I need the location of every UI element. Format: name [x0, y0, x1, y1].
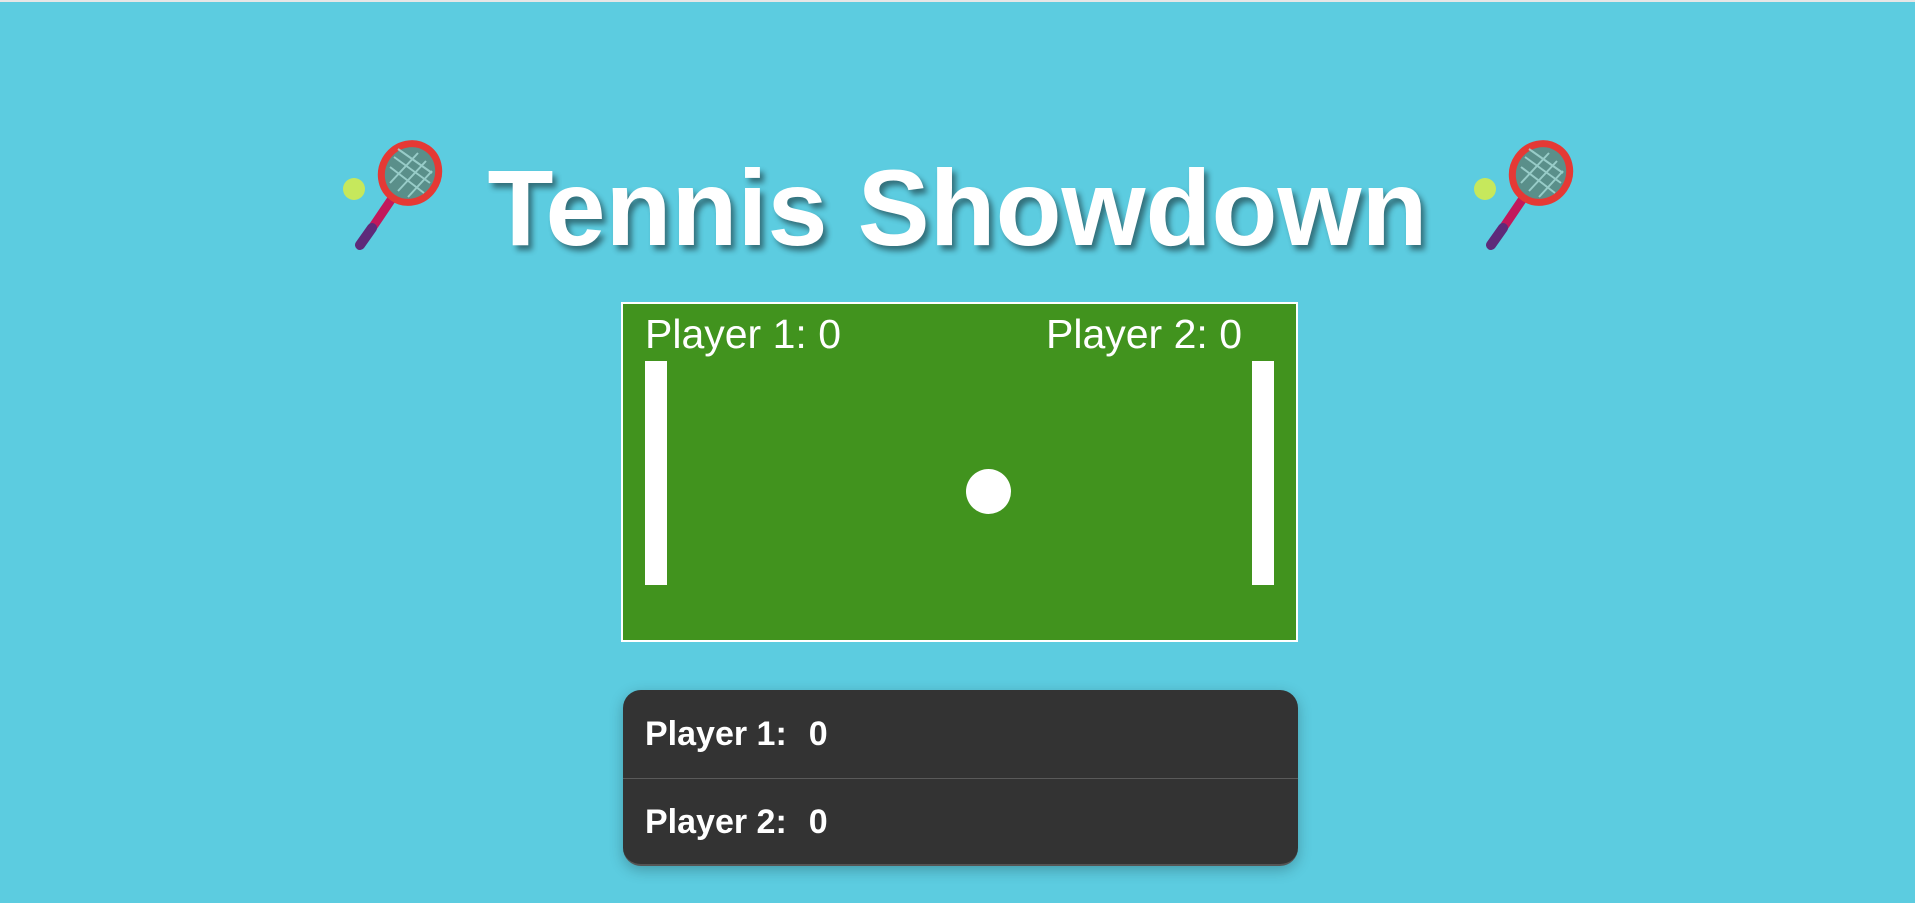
player1-paddle — [645, 361, 667, 585]
scoreboard-row-player2: Player 2: 0 — [623, 778, 1298, 864]
tennis-racket-icon — [1474, 140, 1574, 250]
title-text: Tennis Showdown — [487, 147, 1428, 268]
tennis-racket-icon — [342, 140, 442, 250]
scoreboard-value: 0 — [808, 714, 828, 753]
scoreboard-label: Player 1: — [645, 714, 787, 753]
court-player2-score: Player 2: 0 — [1046, 311, 1242, 357]
game-court[interactable]: Player 1: 0 Player 2: 0 — [621, 302, 1298, 642]
scoreboard: Player 1: 0 Player 2: 0 — [623, 690, 1298, 866]
scoreboard-label: Player 2: — [645, 803, 787, 841]
court-player1-score: Player 1: 0 — [645, 311, 841, 357]
page-title: Tennis Showdown — [0, 135, 1915, 268]
scoreboard-row-player1: Player 1: 0 — [623, 690, 1298, 778]
scoreboard-value: 0 — [808, 803, 828, 841]
tennis-ball — [966, 469, 1011, 514]
player2-paddle — [1252, 361, 1274, 585]
